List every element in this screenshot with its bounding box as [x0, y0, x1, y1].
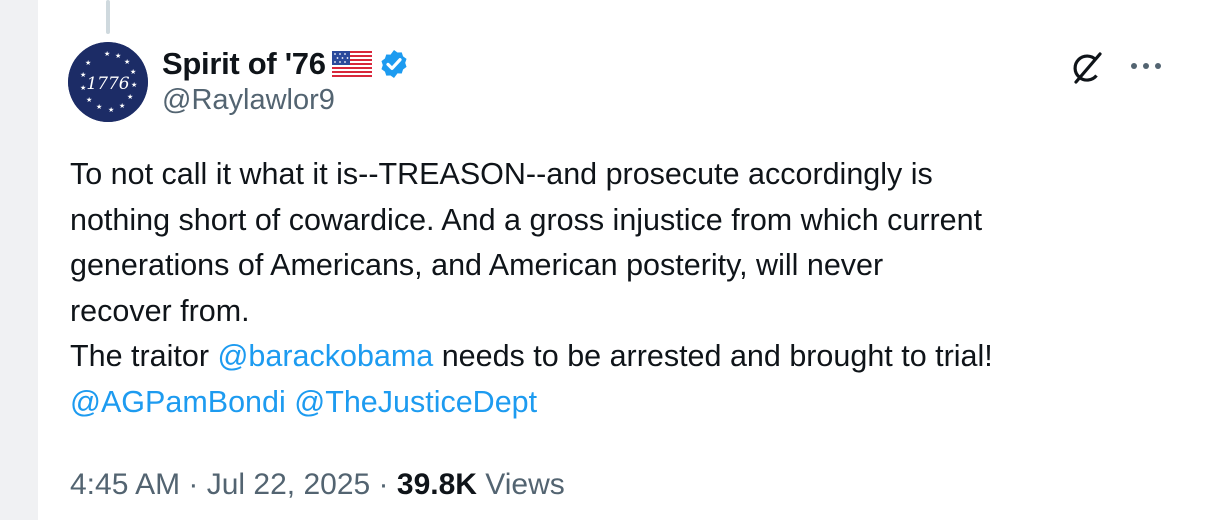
svg-text:★: ★: [108, 106, 114, 114]
svg-text:★: ★: [96, 103, 102, 111]
svg-text:★: ★: [85, 59, 91, 67]
us-flag-icon: [331, 50, 372, 78]
mention-link[interactable]: @AGPamBondi: [70, 385, 286, 419]
svg-text:★: ★: [119, 102, 125, 110]
avatar[interactable]: ★ ★ ★ ★ ★ ★ ★ ★ ★ ★ ★ ★ ★ 1776: [68, 42, 148, 122]
svg-text:★: ★: [127, 93, 133, 101]
svg-text:★: ★: [80, 71, 86, 79]
tweet-line: The traitor @barackobama needs to be arr…: [70, 334, 1190, 380]
svg-text:★: ★: [115, 52, 121, 60]
views-label: Views: [476, 468, 565, 501]
avatar-text: 1776: [86, 74, 129, 94]
author-handle[interactable]: @Raylawlor9: [162, 84, 335, 117]
more-icon[interactable]: [1124, 54, 1168, 78]
author-display-name[interactable]: Spirit of '76: [162, 46, 326, 82]
grok-icon[interactable]: [1066, 48, 1106, 88]
views-count: 39.8K: [396, 468, 477, 501]
tweet-line: generations of Americans, and American p…: [70, 248, 884, 282]
svg-text:★: ★: [130, 68, 136, 76]
author-name-row: Spirit of '76: [162, 42, 410, 86]
mention-link[interactable]: @barackobama: [217, 339, 433, 373]
meta-separator: ·: [370, 468, 397, 501]
svg-text:★: ★: [80, 84, 86, 92]
meta-separator: ·: [180, 468, 207, 501]
svg-text:★: ★: [86, 96, 92, 104]
tweet-line: To not call it what it is--TREASON--and …: [70, 157, 933, 191]
tweet-date[interactable]: Jul 22, 2025: [207, 468, 370, 501]
tweet-line: nothing short of cowardice. And a gross …: [70, 202, 983, 237]
svg-text:★: ★: [131, 81, 137, 89]
tweet-time[interactable]: 4:45 AM: [70, 468, 180, 501]
tweet-line: recover from.: [70, 293, 250, 328]
mention-link[interactable]: @TheJusticeDept: [294, 385, 537, 419]
svg-text:★: ★: [104, 50, 110, 58]
tweet-text: To not call it what it is--TREASON--and …: [70, 152, 1190, 425]
tweet-metadata: 4:45 AM · Jul 22, 2025 · 39.8K Views: [70, 468, 565, 502]
svg-text:★: ★: [124, 58, 130, 66]
verified-badge-icon[interactable]: [378, 48, 410, 80]
tweet-line: @AGPamBondi @TheJusticeDept: [70, 380, 1190, 426]
thread-connector-line: [106, 0, 110, 34]
tweet-text-segment: needs to be arrested and brought to tria…: [433, 339, 993, 373]
tweet-text-segment: The traitor: [70, 339, 218, 373]
